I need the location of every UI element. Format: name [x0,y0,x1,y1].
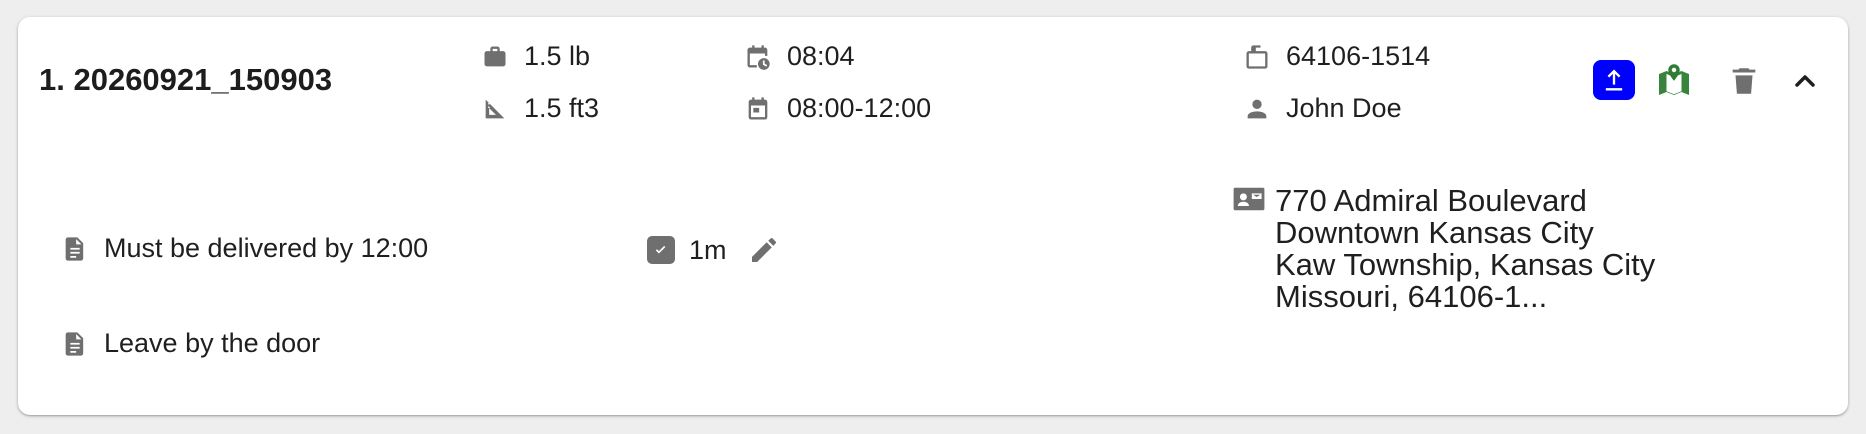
note-text: Leave by the door [104,328,321,358]
stop-title: 1. 20260921_150903 [39,62,333,97]
ruler-triangle-icon [480,94,510,124]
briefcase-icon [480,42,510,72]
person-icon [1242,94,1272,124]
note-item: Leave by the door [60,328,320,359]
checked-calendar-icon [647,236,675,264]
address-line: Kaw Township, Kansas City [1275,247,1656,282]
map-button[interactable] [1652,58,1696,102]
upload-button[interactable] [1593,60,1635,100]
address-line: Downtown Kansas City [1275,215,1594,250]
edit-duration-button[interactable] [747,233,781,267]
eta-field: 08:04 [743,41,855,72]
address-block: 770 Admiral Boulevard Downtown Kansas Ci… [1275,185,1655,313]
address-line: 770 Admiral Boulevard [1275,183,1587,218]
calendar-clock-icon [743,42,773,72]
weight-field: 1.5 lb [480,41,590,72]
service-duration-field: 1m [647,233,781,267]
mailbox-icon [1242,42,1272,72]
map-pin-icon [1659,64,1689,95]
recipient-name: John Doe [1286,93,1402,123]
volume-value: 1.5 ft3 [524,93,600,123]
pencil-icon [751,238,776,262]
upload-icon [1605,69,1623,91]
note-text: Must be delivered by 12:00 [104,233,429,263]
calendar-icon [743,94,773,124]
eta-value: 08:04 [787,41,855,71]
document-icon [60,329,90,359]
volume-field: 1.5 ft3 [480,93,599,124]
chevron-up-icon [1795,75,1815,87]
service-duration-value: 1m [689,234,727,265]
document-icon [60,234,90,264]
collapse-button[interactable] [1786,64,1824,98]
contact-card-icon [1232,185,1268,215]
time-window-value: 08:00-12:00 [787,93,932,123]
postal-code-field: 64106-1514 [1242,41,1430,72]
trash-icon [1732,68,1756,94]
recipient-field: John Doe [1242,93,1402,124]
note-item: Must be delivered by 12:00 [60,233,428,264]
address-line: Missouri, 64106-1... [1275,279,1548,314]
time-window-field: 08:00-12:00 [743,93,931,124]
stop-card: 1. 20260921_150903 1.5 lb 1.5 ft3 08:04 … [18,17,1848,415]
weight-value: 1.5 lb [524,41,591,71]
delete-button[interactable] [1726,62,1762,100]
postal-code-value: 64106-1514 [1286,41,1431,71]
